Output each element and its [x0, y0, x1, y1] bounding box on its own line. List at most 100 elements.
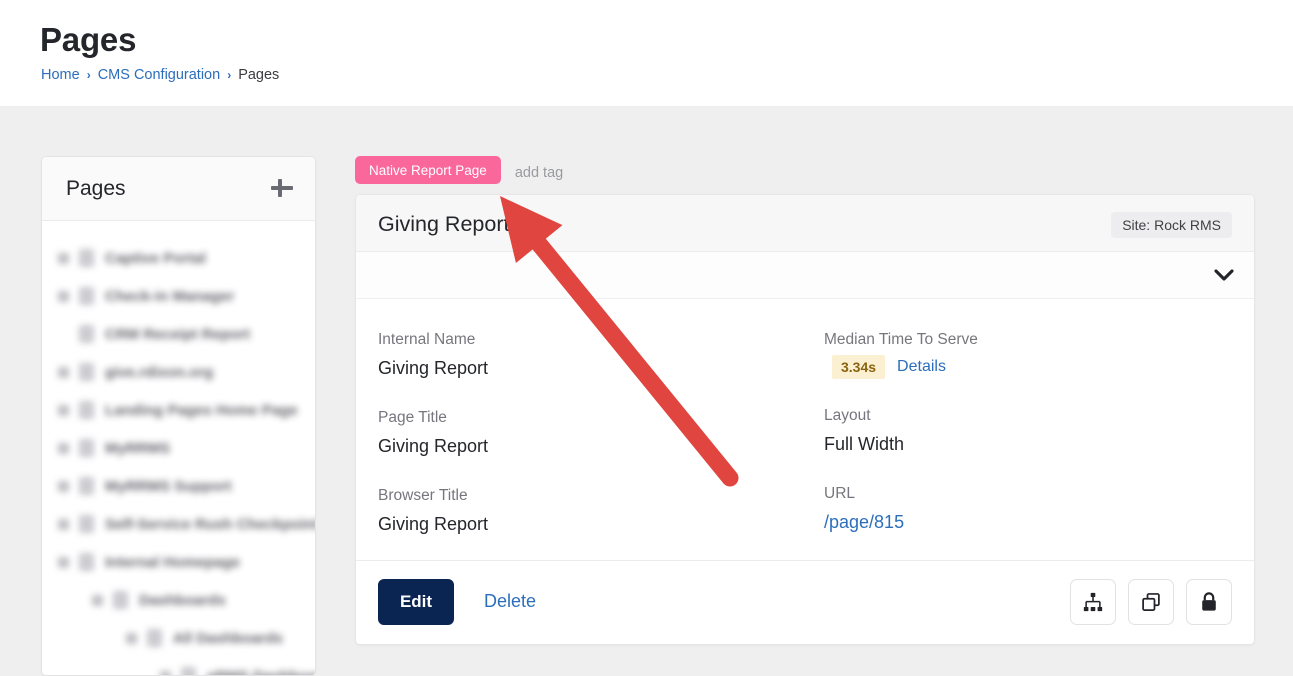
tree-item-label: CRM Receipt Report [105, 326, 250, 343]
tag-strip: Native Report Page add tag [355, 155, 563, 185]
tree-item[interactable]: Internal Homepage [42, 543, 315, 581]
card-title: Giving Report [378, 210, 509, 238]
breadcrumb: Home › CMS Configuration › Pages [41, 65, 279, 85]
breadcrumb-item-pages: Pages [238, 65, 279, 85]
tree-item[interactable]: eRMS Dashboard [42, 657, 315, 676]
tree-item-label: Internal Homepage [105, 554, 240, 571]
breadcrumb-separator-icon: › [87, 65, 91, 85]
details-link[interactable]: Details [897, 358, 946, 376]
chevron-down-icon[interactable] [1210, 261, 1238, 289]
detail-field: Internal Name Giving Report [378, 329, 824, 381]
card-footer: Edit Delete [356, 560, 1254, 644]
detail-column-right: Median Time To Serve 3.34s Details Layout Fu… [824, 329, 1255, 563]
page-file-icon [79, 363, 94, 381]
detail-field-value: Giving Report [378, 355, 824, 381]
delete-button[interactable]: Delete [484, 591, 536, 612]
page-file-icon [79, 439, 94, 457]
tag-pill-native-report-page[interactable]: Native Report Page [355, 156, 501, 184]
lock-icon[interactable] [1186, 579, 1232, 625]
card-subbar [356, 252, 1254, 299]
tree-expand-icon[interactable] [58, 557, 69, 568]
page-file-icon [79, 249, 94, 267]
sidebar-header: Pages [42, 157, 315, 221]
edit-button[interactable]: Edit [378, 579, 454, 625]
page-file-icon [181, 667, 196, 676]
tree-item-label: Dashboards [139, 592, 226, 609]
detail-field-value: Full Width [824, 431, 1255, 457]
breadcrumb-item-home[interactable]: Home [41, 65, 80, 85]
tree-item-label: Captive Portal [105, 250, 206, 267]
tree-item-label: Landing Pages Home Page [105, 402, 298, 419]
tree-item-label: All Dashboards [173, 630, 283, 647]
detail-field: Layout Full Width [824, 405, 1255, 457]
tree-item-label: Self-Service Rush Checkpoint [105, 516, 316, 533]
tree-expand-icon [58, 329, 69, 340]
page-detail-card: Giving Report Site: Rock RMS Internal Na… [355, 194, 1255, 645]
tree-item[interactable]: MyRRMS Support [42, 467, 315, 505]
tree-expand-icon[interactable] [92, 595, 103, 606]
detail-column-left: Internal Name Giving Report Page Title Givi… [378, 329, 824, 563]
tree-expand-icon[interactable] [160, 671, 171, 676]
tree-expand-icon[interactable] [58, 519, 69, 530]
detail-field: Page Title Giving Report [378, 407, 824, 459]
breadcrumb-item-cms-configuration[interactable]: CMS Configuration [98, 65, 221, 85]
page-file-icon [79, 401, 94, 419]
detail-field: Browser Title Giving Report [378, 485, 824, 537]
page-title: Pages [40, 20, 136, 60]
detail-field-label: Internal Name [378, 329, 824, 351]
tree-item-label: give.rdixon.org [105, 364, 213, 381]
detail-field-label: Median Time To Serve [824, 329, 1255, 351]
page-header: Pages Home › CMS Configuration › Pages [0, 0, 1293, 106]
tree-item-label: MyRRMS [105, 440, 170, 457]
tree-item[interactable]: Dashboards [42, 581, 315, 619]
tree-expand-icon[interactable] [58, 405, 69, 416]
tree-item[interactable]: Captive Portal [42, 239, 315, 277]
tree-item[interactable]: give.rdixon.org [42, 353, 315, 391]
card-header: Giving Report Site: Rock RMS [356, 195, 1254, 252]
tree-item[interactable]: Self-Service Rush Checkpoint [42, 505, 315, 543]
copy-icon[interactable] [1128, 579, 1174, 625]
footer-icon-buttons [1070, 579, 1232, 625]
tree-item-label: MyRRMS Support [105, 478, 232, 495]
page-file-icon [79, 553, 94, 571]
page-tree: Captive Portal Check-in Manager CRM Receip… [42, 221, 315, 676]
detail-field-value: Giving Report [378, 511, 824, 537]
tree-expand-icon[interactable] [58, 367, 69, 378]
tree-item-label: Check-in Manager [105, 288, 234, 305]
card-body: Internal Name Giving Report Page Title Givi… [356, 299, 1254, 563]
site-badge: Site: Rock RMS [1111, 212, 1232, 238]
plus-icon[interactable] [269, 175, 295, 201]
tree-item[interactable]: All Dashboards [42, 619, 315, 657]
page-file-icon [79, 325, 94, 343]
breadcrumb-separator-icon: › [227, 65, 231, 85]
sidebar-title: Pages [66, 175, 126, 203]
tree-expand-icon[interactable] [126, 633, 137, 644]
tree-expand-icon[interactable] [58, 481, 69, 492]
tree-item[interactable]: CRM Receipt Report [42, 315, 315, 353]
pages-sidebar-panel: Pages Captive Portal Check-in Manager CRM … [41, 156, 316, 676]
detail-field-value: Giving Report [378, 433, 824, 459]
tree-item[interactable]: MyRRMS [42, 429, 315, 467]
tree-expand-icon[interactable] [58, 443, 69, 454]
detail-field-label: Page Title [378, 407, 824, 429]
tree-item-label: eRMS Dashboard [207, 668, 316, 676]
detail-field-label: Browser Title [378, 485, 824, 507]
tree-expand-icon[interactable] [58, 291, 69, 302]
detail-field: URL/page/815 [824, 483, 1255, 535]
page-file-icon [147, 629, 162, 647]
detail-field-label: URL [824, 483, 1255, 505]
median-time-to-serve-row: 3.34s Details [824, 355, 1255, 379]
detail-field: Median Time To Serve 3.34s Details [824, 329, 1255, 379]
add-tag-button[interactable]: add tag [515, 165, 563, 181]
median-time-badge: 3.34s [832, 355, 885, 379]
page-file-icon [79, 477, 94, 495]
page-file-icon [113, 591, 128, 609]
tree-item[interactable]: Landing Pages Home Page [42, 391, 315, 429]
detail-field-link[interactable]: /page/815 [824, 509, 1255, 535]
tree-expand-icon[interactable] [58, 253, 69, 264]
tree-item[interactable]: Check-in Manager [42, 277, 315, 315]
page-file-icon [79, 515, 94, 533]
page-file-icon [79, 287, 94, 305]
detail-field-label: Layout [824, 405, 1255, 427]
sitemap-icon[interactable] [1070, 579, 1116, 625]
